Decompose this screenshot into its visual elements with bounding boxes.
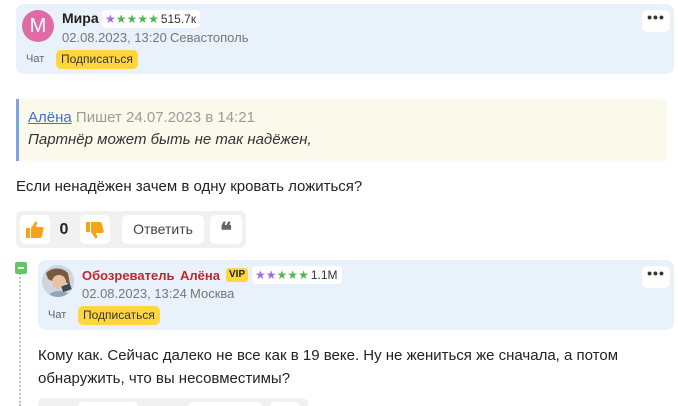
thumb-down-icon (86, 222, 104, 239)
star-icon: ★ (255, 268, 266, 282)
quote-button[interactable]: ❝ (210, 215, 242, 244)
star-icon: ★ (276, 268, 288, 282)
comment-actions (38, 398, 308, 406)
reply-label: Ответить (133, 221, 193, 237)
user-rating: ★ ★ ★ ★ ★ 515.7к (102, 10, 201, 28)
vip-badge: VIP (226, 268, 249, 282)
star-icon: ★ (126, 12, 138, 26)
avatar[interactable] (42, 265, 74, 297)
quote-header: Алёна Пишет 24.07.2023 в 14:21 (28, 109, 255, 126)
reply-button[interactable]: Ответить (122, 215, 204, 244)
quote-text: Партнёр может быть не так надёжен, (28, 131, 312, 148)
likes-count: 0 (59, 221, 69, 238)
like-button[interactable] (20, 215, 50, 244)
comment-body: Если ненадёжен зачем в одну кровать ложи… (16, 178, 363, 195)
more-options-button[interactable]: ••• (642, 266, 670, 288)
quote-icon: ❝ (220, 218, 232, 244)
post-date: 02.08.2023, 13:20 (62, 30, 167, 45)
quote-date: 24.07.2023 в 14:21 (126, 109, 255, 126)
user-rating: ★ ★ ★ ★ ★ 1.1M (252, 266, 342, 284)
thread-line (19, 262, 23, 406)
rating-value: 515.7к (160, 12, 197, 26)
comment-body: Кому как. Сейчас далеко не все как в 19 … (38, 344, 618, 390)
reply-button[interactable] (78, 402, 138, 406)
collapse-thread-button[interactable] (15, 262, 27, 274)
star-icon: ★ (148, 12, 159, 26)
star-icon: ★ (137, 12, 149, 26)
reply-button[interactable] (188, 402, 262, 406)
chat-link[interactable]: Чат (26, 53, 44, 65)
user-role: Обозреватель (82, 268, 175, 283)
star-icon: ★ (105, 12, 116, 26)
chat-link[interactable]: Чат (48, 309, 66, 321)
username[interactable]: Мира (62, 10, 99, 26)
star-icon: ★ (265, 268, 277, 282)
comment-body-line: обнаружить, что вы несовместимы? (38, 370, 291, 387)
avatar-photo-icon (42, 265, 74, 297)
subscribe-button[interactable]: Подписаться (56, 50, 138, 69)
subscribe-button[interactable]: Подписаться (78, 306, 160, 325)
avatar[interactable]: M (22, 10, 54, 42)
star-icon: ★ (298, 268, 309, 282)
star-icon: ★ (287, 268, 299, 282)
quote-button[interactable] (270, 402, 300, 406)
thumb-up-icon (26, 221, 44, 238)
comment-card-alena: Обозреватель Алёна VIP ★ ★ ★ ★ ★ 1.1M 02… (38, 260, 674, 330)
comment-card-mira: M Мира ★ ★ ★ ★ ★ 515.7к 02.08.2023, 13:2… (16, 4, 674, 74)
post-location: Москва (190, 286, 235, 301)
rating-value: 1.1M (310, 268, 338, 282)
quote-writes-label: Пишет (75, 109, 122, 126)
post-location: Севастополь (170, 30, 249, 45)
more-options-button[interactable]: ••• (642, 10, 670, 32)
quoted-message: Алёна Пишет 24.07.2023 в 14:21 Партнёр м… (16, 99, 667, 161)
post-date: 02.08.2023, 13:24 (82, 286, 187, 301)
comment-actions: 0 Ответить ❝ (16, 211, 246, 248)
username[interactable]: Алёна (180, 268, 220, 283)
dislike-button[interactable] (80, 215, 110, 244)
comment-body-line: Кому как. Сейчас далеко не все как в 19 … (38, 347, 619, 364)
quote-author-link[interactable]: Алёна (28, 109, 72, 126)
star-icon: ★ (115, 12, 127, 26)
